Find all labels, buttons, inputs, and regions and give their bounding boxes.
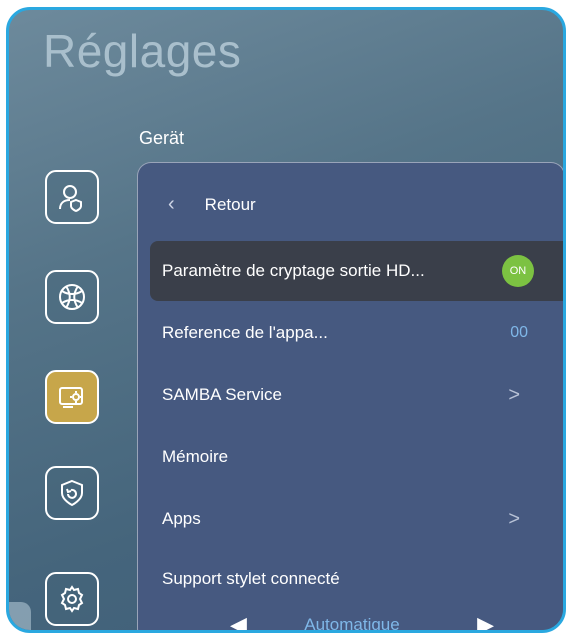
back-button[interactable]: ‹ Retour: [168, 193, 256, 216]
section-title: Gerät: [139, 128, 185, 148]
corner-tab: [9, 602, 31, 630]
user-shield-icon: [59, 185, 82, 212]
chevron-left-icon: ‹: [168, 193, 175, 215]
hdmi-encryption-toggle[interactable]: ON: [502, 255, 534, 287]
row-memory[interactable]: Mémoire: [150, 427, 563, 487]
security-icon: [61, 479, 83, 507]
right-arrow-icon[interactable]: ▶: [477, 612, 494, 630]
sidebar-item-user[interactable]: [45, 170, 99, 224]
mode-value: Automatique: [304, 615, 400, 633]
device-reference-value: 00: [510, 324, 528, 341]
settings-panel: ‹ Retour Paramètre de cryptage sortie HD…: [137, 162, 563, 633]
mode-selector[interactable]: ◀ Automatique ▶: [138, 605, 563, 633]
row-label: Paramètre de cryptage sortie HD...: [162, 261, 425, 280]
row-label: SAMBA Service: [162, 385, 282, 404]
chevron-right-icon: >: [508, 383, 520, 406]
row-apps[interactable]: Apps >: [150, 489, 563, 549]
row-stylus-support[interactable]: Support stylet connecté: [150, 549, 563, 609]
row-label: Apps: [162, 509, 201, 528]
row-samba-service[interactable]: SAMBA Service >: [150, 365, 563, 425]
row-label: Mémoire: [162, 447, 229, 466]
back-label: Retour: [204, 194, 256, 214]
sidebar-item-device[interactable]: [45, 370, 99, 424]
settings-screen: Réglages Gerät ‹ Retour Paramètre de cry…: [6, 7, 566, 633]
left-arrow-icon[interactable]: ◀: [230, 612, 247, 630]
row-label: Reference de l'appa...: [162, 323, 328, 342]
row-hdmi-encryption[interactable]: Paramètre de cryptage sortie HD... ON: [150, 241, 563, 301]
chevron-right-icon: >: [508, 507, 520, 530]
row-label: Support stylet connecté: [162, 569, 340, 588]
gear-icon: [60, 585, 84, 613]
device-settings-icon: [59, 387, 83, 408]
sidebar-item-security[interactable]: [45, 466, 99, 520]
sidebar-item-system[interactable]: [45, 572, 99, 626]
page-title: Réglages: [43, 25, 242, 77]
row-device-reference[interactable]: Reference de l'appa... 00: [150, 303, 563, 363]
sidebar-item-network[interactable]: [45, 270, 99, 324]
globe-icon: [59, 284, 85, 310]
